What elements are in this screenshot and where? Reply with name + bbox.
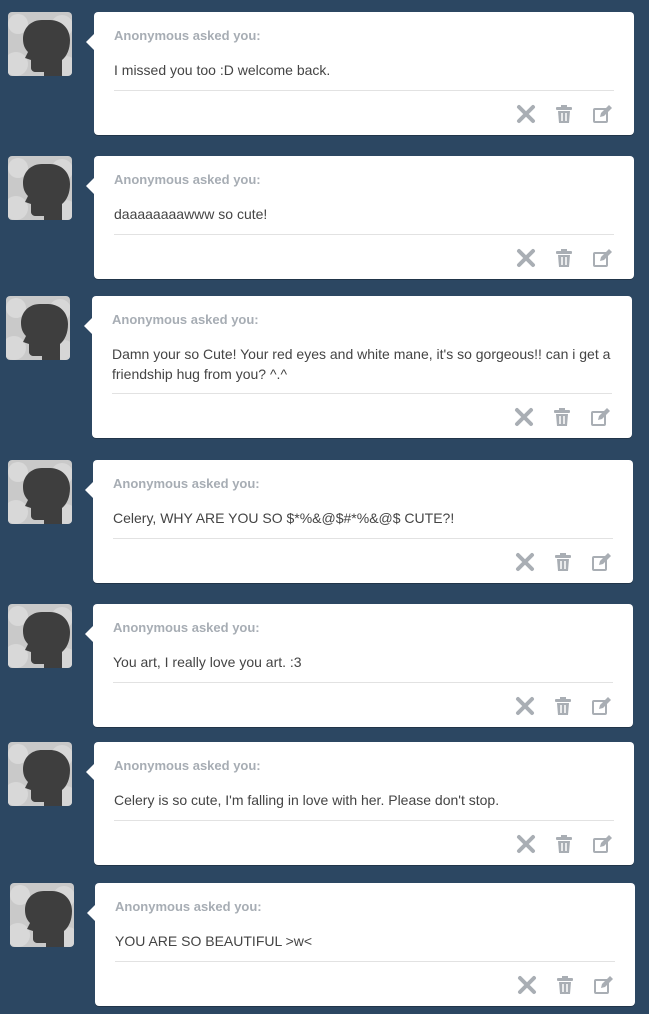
asker-label[interactable]: Anonymous asked you: [113,476,260,491]
asker-label[interactable]: Anonymous asked you: [115,899,262,914]
ask-controls [515,973,615,997]
asker-label[interactable]: Anonymous asked you: [114,172,261,187]
asker-label[interactable]: Anonymous asked you: [113,620,260,635]
edit-button[interactable] [590,832,614,856]
trash-button[interactable] [552,102,576,126]
avatar[interactable] [8,12,72,76]
close-icon [516,553,534,571]
trash-icon [555,553,571,571]
divider [113,538,613,539]
question-text: YOU ARE SO BEAUTIFUL >w< [115,933,313,949]
delete-button[interactable] [514,832,538,856]
avatar[interactable] [6,296,70,360]
delete-button[interactable] [514,246,538,270]
anonymous-avatar-icon [8,460,72,524]
delete-button[interactable] [515,973,539,997]
ask-card: Anonymous asked you: Damn your so Cute! … [84,296,632,438]
ask-controls [513,694,613,718]
edit-icon [593,835,612,853]
divider [114,234,614,235]
divider [114,820,614,821]
close-icon [517,105,535,123]
avatar[interactable] [8,604,72,668]
question-text: daaaaaaaawww so cute! [114,206,268,222]
divider [114,90,614,91]
question-text: Celery, WHY ARE YOU SO $*%&@$#*%&@$ CUTE… [113,510,455,526]
trash-button[interactable] [551,550,575,574]
trash-button[interactable] [553,973,577,997]
close-icon [515,408,533,426]
edit-button[interactable] [588,405,612,429]
trash-icon [556,249,572,267]
question-text: Damn your so Cute! Your red eyes and whi… [112,346,611,382]
edit-button[interactable] [589,550,613,574]
close-icon [517,249,535,267]
anonymous-avatar-icon [8,156,72,220]
anonymous-avatar-icon [10,883,74,947]
question-text: You art, I really love you art. :3 [113,654,302,670]
edit-button[interactable] [591,973,615,997]
delete-button[interactable] [514,102,538,126]
avatar[interactable] [8,742,72,806]
trash-icon [555,697,571,715]
divider [113,682,613,683]
question-text: I missed you too :D welcome back. [114,62,331,78]
trash-icon [556,105,572,123]
edit-icon [592,697,611,715]
edit-icon [591,408,610,426]
asker-label[interactable]: Anonymous asked you: [114,758,261,773]
ask-card: Anonymous asked you: daaaaaaaawww so cut… [86,156,634,279]
ask-card: Anonymous asked you: You art, I really l… [85,604,633,727]
ask-controls [514,102,614,126]
trash-button[interactable] [551,694,575,718]
ask-controls [514,832,614,856]
ask-controls [512,405,612,429]
trash-button[interactable] [552,832,576,856]
ask-card: Anonymous asked you: Celery is so cute, … [86,742,634,865]
delete-button[interactable] [513,694,537,718]
trash-icon [557,976,573,994]
anonymous-avatar-icon [8,742,72,806]
avatar[interactable] [8,460,72,524]
trash-icon [554,408,570,426]
anonymous-avatar-icon [8,12,72,76]
ask-card: Anonymous asked you: YOU ARE SO BEAUTIFU… [87,883,635,1006]
edit-icon [592,553,611,571]
avatar[interactable] [8,156,72,220]
ask-controls [513,550,613,574]
edit-button[interactable] [590,102,614,126]
close-icon [516,697,534,715]
asker-label[interactable]: Anonymous asked you: [112,312,259,327]
close-icon [518,976,536,994]
delete-button[interactable] [513,550,537,574]
close-icon [517,835,535,853]
edit-button[interactable] [589,694,613,718]
anonymous-avatar-icon [6,296,70,360]
ask-card: Anonymous asked you: Celery, WHY ARE YOU… [85,460,633,583]
anonymous-avatar-icon [8,604,72,668]
divider [112,393,612,394]
trash-button[interactable] [550,405,574,429]
edit-icon [594,976,613,994]
delete-button[interactable] [512,405,536,429]
avatar[interactable] [10,883,74,947]
trash-icon [556,835,572,853]
edit-button[interactable] [590,246,614,270]
trash-button[interactable] [552,246,576,270]
edit-icon [593,249,612,267]
edit-icon [593,105,612,123]
ask-controls [514,246,614,270]
asker-label[interactable]: Anonymous asked you: [114,28,261,43]
question-text: Celery is so cute, I'm falling in love w… [114,792,500,808]
ask-card: Anonymous asked you: I missed you too :D… [86,12,634,135]
divider [115,961,615,962]
